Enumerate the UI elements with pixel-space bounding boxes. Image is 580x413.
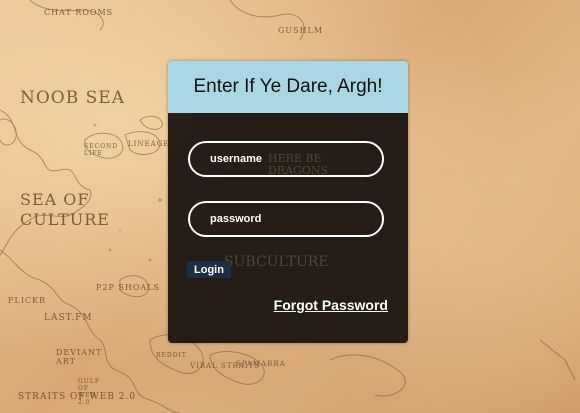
login-title: Enter If Ye Dare, Argh! (193, 76, 383, 97)
map-label-noob-sea: NOOB SEA (20, 88, 125, 108)
map-label-deviant-art: DEVIANT ART (56, 348, 103, 366)
login-header: Enter If Ye Dare, Argh! (168, 61, 408, 113)
map-label-second-life: SECOND LIFE (84, 143, 119, 157)
map-label-subculture: SUBCULTURE (224, 254, 329, 270)
map-label-chat-rooms: CHAT ROOMS (44, 8, 114, 17)
map-label-gushlm: GUSHLM (278, 26, 324, 35)
map-label-spamarra: SPAMARRA (236, 360, 286, 368)
map-label-straits: STRAITS OF WEB 2.0 (18, 392, 137, 402)
username-input[interactable] (188, 141, 384, 177)
map-label-flickr: FLICKR (8, 296, 47, 305)
login-button[interactable]: Login (187, 261, 231, 278)
password-input[interactable] (188, 201, 384, 237)
map-label-last-fm: LAST.FM (44, 313, 93, 323)
map-label-p2p-shoals: P2P SHOALS (96, 283, 160, 292)
map-label-reddit: REDDIT (156, 352, 187, 359)
map-label-sea-of-culture: SEA OF CULTURE (20, 190, 110, 229)
login-form: HERE BE DRAGONS SUBCULTURE Login Forgot … (168, 113, 408, 343)
login-panel: Enter If Ye Dare, Argh! HERE BE DRAGONS … (168, 61, 408, 343)
map-label-lineage: LINEAGE (128, 140, 170, 148)
forgot-password-link[interactable]: Forgot Password (274, 297, 388, 313)
